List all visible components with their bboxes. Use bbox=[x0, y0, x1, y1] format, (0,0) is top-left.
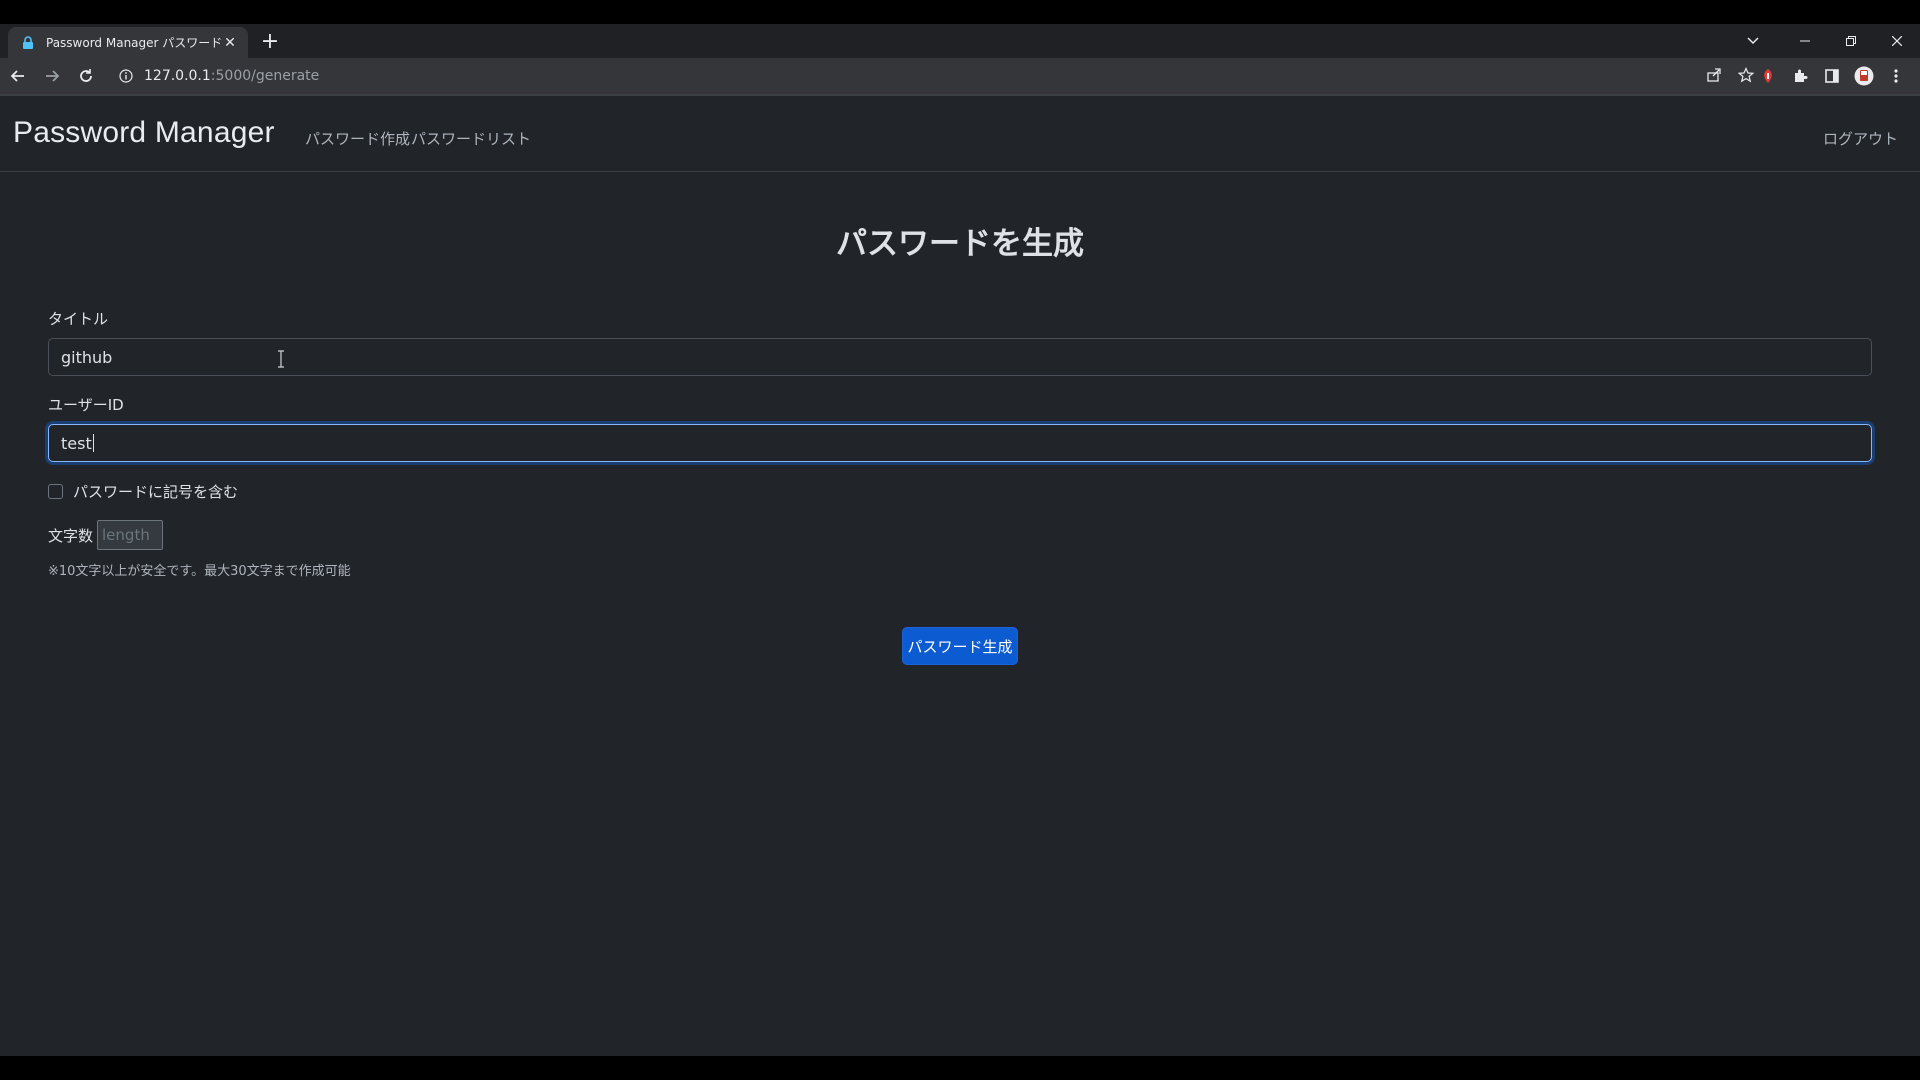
omnibox-actions bbox=[1706, 67, 1755, 87]
symbols-checkbox[interactable] bbox=[48, 484, 63, 499]
title-input-value: github bbox=[61, 347, 113, 367]
restore-icon[interactable] bbox=[1828, 24, 1874, 58]
symbols-option: パスワードに記号を含む bbox=[48, 481, 238, 502]
length-input[interactable] bbox=[97, 520, 164, 550]
nav-link-logout[interactable]: ログアウト bbox=[1823, 128, 1898, 149]
browser-tab-active[interactable]: Password Manager パスワード作成 ✕ bbox=[8, 27, 248, 58]
address-bar[interactable]: 127.0.0.1:5000/generate bbox=[108, 61, 1762, 91]
new-tab-plus-icon[interactable]: + bbox=[258, 31, 282, 55]
tab-close-icon[interactable]: ✕ bbox=[222, 35, 238, 51]
browser-toolbar: 127.0.0.1:5000/generate bbox=[0, 58, 1920, 94]
userid-input-value: test bbox=[61, 433, 92, 453]
userid-label: ユーザーID bbox=[48, 396, 124, 414]
brand-link[interactable]: Password Manager bbox=[13, 116, 275, 150]
reload-icon[interactable] bbox=[70, 60, 102, 92]
length-label: 文字数 bbox=[48, 526, 94, 545]
tab-search-chevron-icon[interactable] bbox=[1730, 24, 1776, 58]
side-panel-icon[interactable] bbox=[1816, 60, 1848, 92]
browser-tab-strip: Password Manager パスワード作成 ✕ + bbox=[0, 24, 1920, 58]
page-title: パスワードを生成 bbox=[836, 226, 1084, 262]
lock-favicon-icon bbox=[20, 35, 36, 51]
back-arrow-icon[interactable] bbox=[2, 60, 34, 92]
red-extension-icon[interactable] bbox=[1752, 60, 1784, 92]
generate-password-button[interactable]: パスワード生成 bbox=[902, 627, 1018, 665]
userid-input[interactable]: test bbox=[48, 424, 1872, 462]
extensions-puzzle-icon[interactable] bbox=[1784, 60, 1816, 92]
share-icon[interactable] bbox=[1706, 67, 1722, 87]
window-controls bbox=[1782, 24, 1920, 58]
url-path: :5000/generate bbox=[210, 68, 320, 84]
nav-link-password-list[interactable]: パスワードリスト bbox=[411, 128, 531, 149]
browser-menu-kebab-icon[interactable] bbox=[1880, 60, 1912, 92]
url-host: 127.0.0.1 bbox=[144, 68, 211, 84]
screen: Password Manager パスワード作成 ✕ + bbox=[0, 0, 1920, 1080]
length-hint: ※10文字以上が安全です。最大30文字まで作成可能 bbox=[48, 564, 351, 579]
site-info-icon[interactable] bbox=[118, 68, 134, 84]
ibeam-cursor-icon bbox=[278, 350, 284, 368]
close-window-icon[interactable] bbox=[1874, 24, 1920, 58]
minimize-icon[interactable] bbox=[1782, 24, 1828, 58]
web-page: Password Manager パスワード作成 パスワードリスト ログアウト … bbox=[0, 94, 1920, 1056]
title-input[interactable]: github bbox=[48, 338, 1872, 376]
tab-title: Password Manager パスワード作成 bbox=[46, 36, 222, 50]
text-caret bbox=[92, 434, 94, 452]
nav-link-generate[interactable]: パスワード作成 bbox=[305, 128, 410, 149]
profile-avatar-icon[interactable] bbox=[1848, 60, 1880, 92]
title-label: タイトル bbox=[48, 310, 109, 328]
length-field: 文字数 bbox=[48, 520, 164, 550]
extensions-area bbox=[1752, 60, 1912, 92]
symbols-checkbox-label[interactable]: パスワードに記号を含む bbox=[73, 481, 238, 502]
app-navbar: Password Manager パスワード作成 パスワードリスト ログアウト bbox=[0, 96, 1920, 172]
forward-arrow-icon[interactable] bbox=[36, 60, 68, 92]
url-text: 127.0.0.1:5000/generate bbox=[144, 68, 319, 84]
